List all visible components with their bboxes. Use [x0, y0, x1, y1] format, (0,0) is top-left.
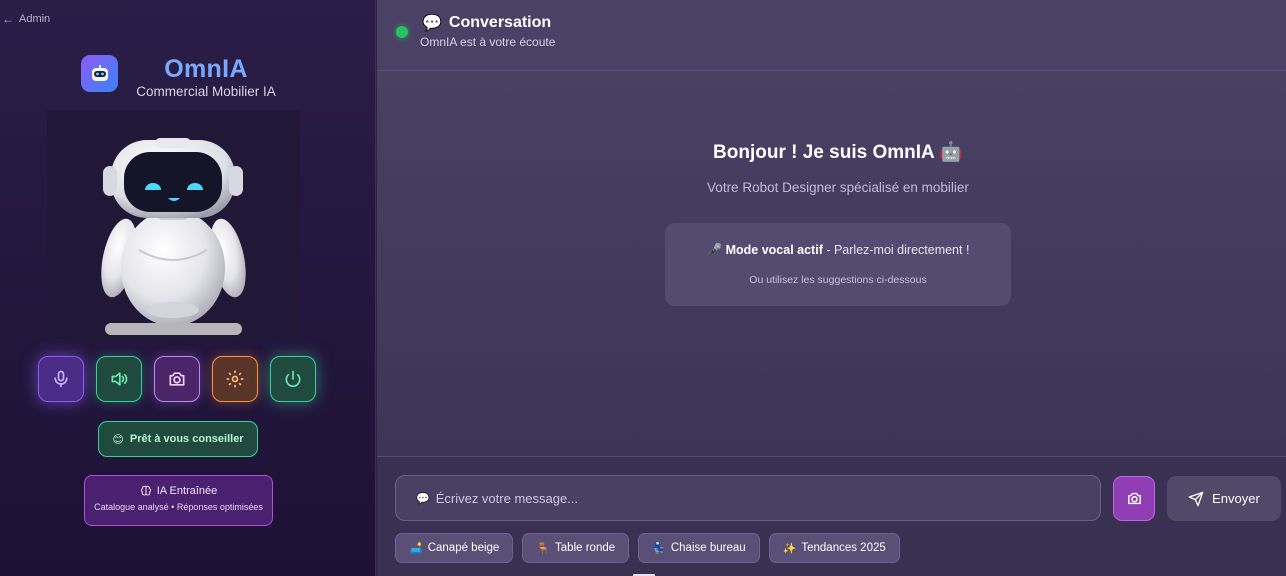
speaker-icon	[111, 372, 128, 386]
microphone-icon	[54, 370, 68, 388]
gear-icon	[226, 370, 244, 388]
sofa-icon: 🛋️	[409, 542, 423, 555]
vocal-mode-label: Mode vocal actif	[725, 243, 823, 257]
robot-logo-icon	[81, 55, 118, 92]
brain-icon	[140, 485, 151, 496]
chat-subtitle: OmnIA est à votre écoute	[420, 35, 556, 49]
brand: OmnIA Commercial Mobilier IA	[81, 55, 276, 99]
status-label: Prêt à vous conseiller	[129, 433, 244, 445]
power-icon	[285, 370, 301, 387]
attach-photo-button[interactable]	[1113, 476, 1155, 521]
camera-icon	[169, 372, 185, 386]
suggestion-chip-chaise-bureau[interactable]: 💺 Chaise bureau	[638, 533, 760, 563]
message-area[interactable]: Bonjour ! Je suis OmnIA 🤖 Votre Robot De…	[377, 71, 1286, 456]
power-button[interactable]	[270, 356, 316, 402]
online-status-dot	[396, 26, 408, 38]
chat-panel: 💬 Conversation OmnIA est à votre écoute …	[377, 0, 1286, 576]
status-badge: 😊 Prêt à vous conseiller	[98, 421, 258, 457]
vocal-mode-text: 🎤 Mode vocal actif - Parlez-moi directem…	[665, 243, 1011, 258]
microphone-emoji-icon: 🎤	[706, 243, 723, 257]
suggestion-label: Canapé beige	[427, 542, 500, 554]
brand-text: OmnIA Commercial Mobilier IA	[131, 54, 281, 100]
vocal-mode-card: 🎤 Mode vocal actif - Parlez-moi directem…	[665, 223, 1011, 306]
suggestion-chip-canape-beige[interactable]: 🛋️ Canapé beige	[395, 533, 514, 563]
brand-name: OmnIA	[164, 55, 248, 83]
back-to-admin-link[interactable]: ← Admin	[2, 12, 50, 26]
smile-icon: 😊	[112, 433, 124, 446]
speaker-button[interactable]	[96, 356, 142, 402]
chat-title: 💬 Conversation	[422, 13, 551, 33]
welcome-subtitle: Votre Robot Designer spécialisé en mobil…	[707, 180, 969, 195]
speech-bubble-icon: 💬	[422, 15, 442, 32]
message-input[interactable]	[435, 490, 1076, 506]
robot-avatar	[47, 110, 300, 342]
office-chair-icon: 💺	[652, 542, 666, 555]
camera-icon	[1127, 492, 1141, 505]
suggestion-label: Tendances 2025	[801, 542, 886, 554]
sparkles-icon: ✨	[782, 542, 797, 555]
arrow-left-icon: ←	[2, 12, 14, 26]
brand-subtitle: Commercial Mobilier IA	[136, 84, 276, 99]
robot-progress-bar	[105, 323, 242, 335]
chat-title-label: Conversation	[448, 14, 552, 31]
composer: 💬 Envoyer 🛋️ Canapé beige 🪑 Table ronde …	[377, 456, 1286, 576]
ai-trained-title: IA Entraînée	[156, 485, 218, 497]
suggestion-label: Table ronde	[555, 542, 616, 554]
suggestion-chips: 🛋️ Canapé beige 🪑 Table ronde 💺 Chaise b…	[395, 533, 900, 563]
ai-trained-subtitle: Catalogue analysé • Réponses optimisées	[94, 502, 263, 512]
vocal-mode-hint: Ou utilisez les suggestions ci-dessous	[749, 274, 927, 286]
control-buttons	[38, 356, 316, 402]
sidebar: ← Admin OmnIA Commercial Mobilier IA 😊 P…	[0, 0, 376, 576]
chair-icon: 🪑	[536, 542, 551, 555]
suggestion-label: Chaise bureau	[670, 542, 746, 554]
ai-trained-card: IA Entraînée Catalogue analysé • Réponse…	[84, 475, 273, 526]
send-icon	[1188, 491, 1204, 506]
send-button[interactable]: Envoyer	[1167, 476, 1281, 521]
suggestion-chip-table-ronde[interactable]: 🪑 Table ronde	[522, 533, 630, 563]
chat-header: 💬 Conversation OmnIA est à votre écoute	[377, 0, 1286, 71]
microphone-button[interactable]	[38, 356, 84, 402]
speech-bubble-icon: 💬	[416, 492, 430, 505]
ai-trained-title-row: IA Entraînée	[85, 485, 272, 497]
suggestion-chip-tendances-2025[interactable]: ✨ Tendances 2025	[768, 533, 900, 563]
message-input-wrapper[interactable]: 💬	[395, 475, 1101, 521]
welcome-title: Bonjour ! Je suis OmnIA 🤖	[713, 142, 963, 163]
send-button-label: Envoyer	[1212, 491, 1260, 506]
camera-button[interactable]	[154, 356, 200, 402]
back-link-label: Admin	[19, 13, 51, 25]
vocal-mode-description: - Parlez-moi directement !	[822, 243, 970, 257]
settings-button[interactable]	[212, 356, 258, 402]
